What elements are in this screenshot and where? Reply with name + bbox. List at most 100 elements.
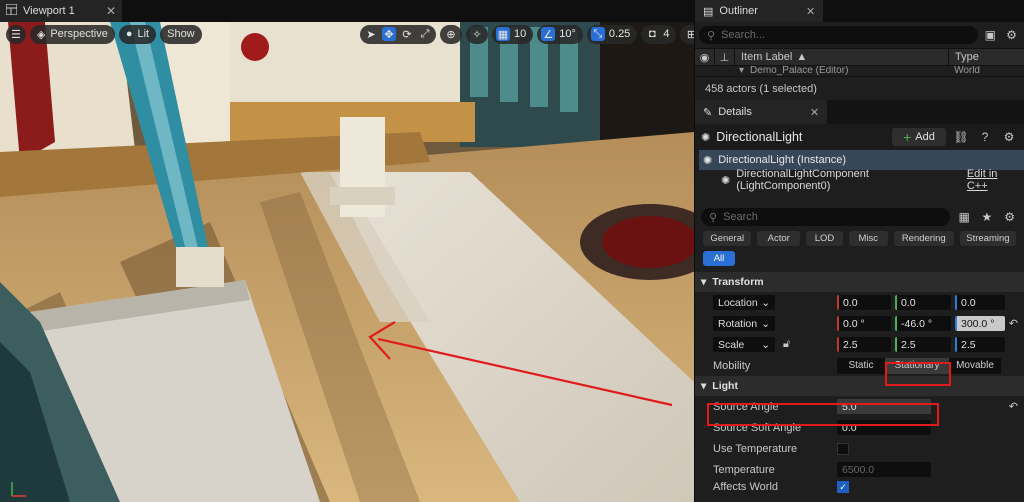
perspective-button[interactable]: ◈ Perspective: [29, 24, 115, 44]
directional-light-icon: ✺: [701, 131, 711, 144]
location-x-field[interactable]: 0.0: [837, 295, 891, 310]
filter-all[interactable]: All: [703, 250, 735, 266]
world-local-toggle[interactable]: ⊕: [440, 24, 462, 44]
rotation-y-field[interactable]: -46.0 °: [895, 316, 951, 331]
viewport-menu-button[interactable]: ☰: [6, 24, 26, 44]
use-temperature-checkbox[interactable]: [837, 442, 849, 455]
source-angle-highlight-box: [707, 403, 939, 426]
column-item-label[interactable]: Item Label ▲: [735, 48, 949, 66]
rotation-snap-control[interactable]: ∠ 10°: [537, 24, 583, 44]
location-y-field[interactable]: 0.0: [895, 295, 951, 310]
collapse-arrow-icon: ▾: [701, 276, 707, 288]
temperature-field[interactable]: 6500.0: [837, 462, 931, 477]
details-search[interactable]: ⚲: [701, 208, 950, 226]
scale-z-field[interactable]: 2.5: [955, 337, 1005, 352]
reset-arrow-icon[interactable]: ↶: [1009, 400, 1018, 413]
help-icon[interactable]: ?: [976, 128, 994, 146]
close-icon[interactable]: ✕: [810, 106, 819, 119]
mobility-static[interactable]: Static: [837, 357, 885, 374]
outliner-search-input[interactable]: [721, 29, 970, 41]
scale-y-field[interactable]: 2.5: [895, 337, 951, 352]
temperature-label: Temperature: [713, 463, 775, 476]
settings-icon[interactable]: ⚙: [1000, 128, 1018, 146]
viewport-panel: Viewport 1 ✕ ☰ ◈ Perspective ● Lit Show …: [0, 0, 694, 502]
location-dropdown[interactable]: Location ⌄: [713, 295, 775, 310]
star-icon[interactable]: ★: [978, 208, 995, 226]
lit-button[interactable]: ● Lit: [118, 24, 157, 44]
outliner-search[interactable]: ⚲: [699, 26, 978, 44]
outliner-search-row: ⚲ ▣ ⚙: [695, 22, 1024, 48]
filter-actor[interactable]: Actor: [757, 230, 801, 246]
pencil-icon: ✎: [703, 106, 713, 119]
camera-speed-value: 4: [663, 28, 670, 40]
scale-dropdown[interactable]: Scale ⌄: [713, 337, 775, 352]
location-label: Location: [718, 296, 758, 309]
settings-icon[interactable]: ⚙: [1001, 208, 1018, 226]
light-section-header[interactable]: ▾ Light: [695, 376, 1024, 396]
show-button[interactable]: Show: [160, 24, 202, 44]
scale-x-field[interactable]: 2.5: [837, 337, 891, 352]
affects-world-checkbox[interactable]: ✓: [837, 481, 849, 493]
details-search-row: ⚲ ▦ ★ ⚙: [695, 206, 1024, 228]
rotate-icon[interactable]: ⟳: [400, 27, 414, 41]
details-tab[interactable]: ✎ Details ✕: [695, 100, 828, 124]
rotation-x-field[interactable]: 0.0 °: [837, 316, 891, 331]
surface-snap-toggle[interactable]: ✧: [466, 24, 488, 44]
filter-rendering[interactable]: Rendering: [893, 230, 954, 246]
viewport-scene[interactable]: ☰ ◈ Perspective ● Lit Show ➤ ✥ ⟳ ⤢ ⊕ ✧ ▦…: [0, 22, 694, 502]
outliner-row[interactable]: ▾ Demo_Palace (Editor) World: [695, 66, 1024, 76]
location-row: Location ⌄ 0.0 0.0 0.0: [695, 292, 1024, 313]
outliner-tab[interactable]: ▤ Outliner ✕: [695, 0, 824, 22]
blueprint-icon[interactable]: ⛓: [952, 128, 970, 146]
add-component-button[interactable]: + Add: [892, 128, 946, 146]
translate-icon[interactable]: ✥: [382, 27, 396, 41]
surface-snap-icon: ✧: [472, 28, 482, 41]
rotation-dropdown[interactable]: Rotation ⌄: [713, 316, 775, 331]
table-view-icon[interactable]: ▦: [956, 208, 973, 226]
folder-add-icon[interactable]: ▣: [982, 26, 999, 44]
outliner-status-text: 458 actors (1 selected): [705, 82, 817, 95]
cube-icon: ◈: [36, 28, 46, 41]
viewport-tab[interactable]: Viewport 1 ✕: [0, 0, 122, 22]
pin-icon[interactable]: ⊥: [715, 48, 735, 66]
reset-arrow-icon[interactable]: ↶: [1009, 317, 1018, 330]
column-item-label-text: Item Label: [741, 51, 793, 63]
stationary-highlight-box: [885, 362, 951, 386]
transform-section-header[interactable]: ▾ Transform: [695, 272, 1024, 292]
select-cursor-icon[interactable]: ➤: [364, 27, 378, 41]
plus-icon: +: [903, 129, 912, 145]
settings-icon[interactable]: ⚙: [1003, 26, 1020, 44]
actor-name: DirectionalLight: [716, 130, 803, 144]
chevron-down-icon: ⌄: [761, 317, 770, 330]
scale-icon[interactable]: ⤢: [418, 27, 432, 41]
details-search-input[interactable]: [723, 211, 942, 223]
close-icon[interactable]: ✕: [806, 5, 815, 18]
mobility-movable[interactable]: Movable: [949, 357, 1001, 374]
location-z-field[interactable]: 0.0: [955, 295, 1005, 310]
search-icon: ⚲: [707, 29, 716, 42]
filter-streaming[interactable]: Streaming: [959, 230, 1016, 246]
layout-grid-icon: ⊞: [686, 28, 694, 41]
filter-general[interactable]: General: [703, 230, 752, 246]
affects-world-row: Affects World ✓: [695, 480, 1024, 494]
component-row[interactable]: ✺ DirectionalLightComponent (LightCompon…: [695, 168, 1024, 192]
grid-snap-value: 10: [514, 28, 527, 40]
column-type[interactable]: Type: [949, 48, 1024, 66]
lock-icon[interactable]: 🔓︎: [783, 338, 790, 351]
grid-snap-control[interactable]: ▦ 10: [492, 24, 534, 44]
scale-snap-control[interactable]: ⤡ 0.25: [586, 24, 638, 44]
layout-button[interactable]: ⊞: [680, 24, 694, 44]
close-icon[interactable]: ✕: [106, 4, 116, 18]
collapse-arrow-icon: ▾: [701, 380, 707, 392]
outliner-icon: ▤: [703, 5, 714, 18]
edit-in-cpp-link[interactable]: Edit in C++: [967, 168, 1020, 192]
transform-tools: ➤ ✥ ⟳ ⤢: [360, 24, 436, 44]
rotation-z-field[interactable]: 300.0 °: [955, 316, 1005, 331]
component-instance-row[interactable]: ✺ DirectionalLight (Instance): [699, 150, 1024, 170]
camera-speed-control[interactable]: ◘ 4: [641, 24, 677, 44]
filter-misc[interactable]: Misc: [848, 230, 888, 246]
filter-lod[interactable]: LOD: [806, 230, 843, 246]
chevron-down-icon: ⌄: [761, 296, 770, 309]
visibility-eye-icon[interactable]: ◉: [695, 48, 715, 66]
